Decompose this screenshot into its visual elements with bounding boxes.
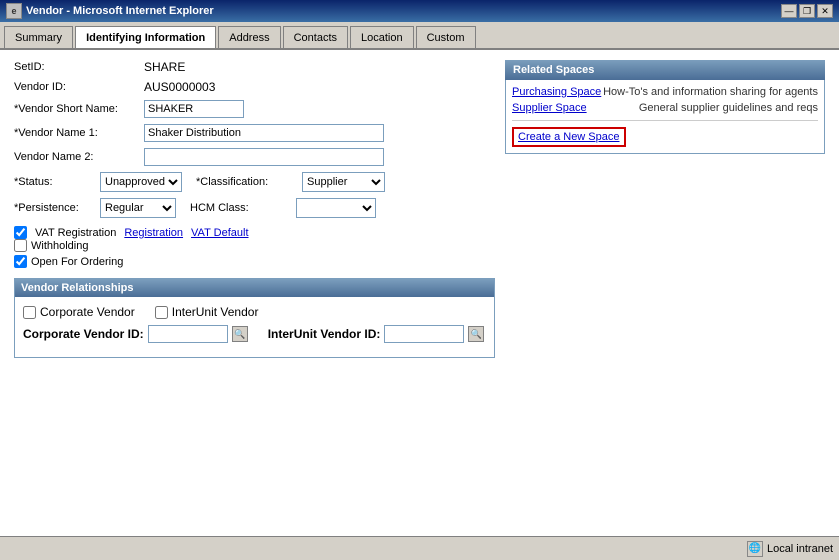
window-controls: — ❐ ✕ — [781, 4, 833, 18]
supplier-space-desc: General supplier guidelines and reqs — [639, 102, 818, 114]
withholding-label: Withholding — [31, 240, 88, 252]
persistence-field: *Persistence: Regular Permanent Temporar… — [14, 198, 176, 218]
intranet-icon: 🌐 — [747, 541, 763, 557]
vendor-name1-input[interactable] — [144, 124, 384, 142]
vendor-name1-label: *Vendor Name 1: — [14, 127, 144, 139]
interunit-vendor-id-label: InterUnit Vendor ID: — [268, 327, 381, 341]
space-row-2: Supplier Space General supplier guidelin… — [512, 102, 818, 114]
withholding-row: Withholding — [14, 239, 495, 252]
persistence-hcm-row: *Persistence: Regular Permanent Temporar… — [14, 198, 495, 218]
setid-row: SetID: SHARE — [14, 60, 495, 74]
vendor-rel-ids: Corporate Vendor ID: 🔍 InterUnit Vendor … — [23, 325, 486, 343]
divider — [512, 120, 818, 121]
vendor-name2-label: Vendor Name 2: — [14, 151, 144, 163]
tab-location[interactable]: Location — [350, 26, 414, 48]
vendor-id-label: Vendor ID: — [14, 81, 144, 93]
open-ordering-checkbox[interactable] — [14, 255, 27, 268]
vendor-relationships-header: Vendor Relationships — [15, 279, 494, 297]
status-right: 🌐 Local intranet — [747, 541, 833, 557]
corporate-vendor-field: Corporate Vendor — [23, 305, 135, 319]
corporate-vendor-label: Corporate Vendor — [40, 305, 135, 319]
classification-select[interactable]: Supplier Employee Government — [302, 172, 385, 192]
interunit-vendor-id-input[interactable] — [384, 325, 464, 343]
vendor-short-name-row: *Vendor Short Name: — [14, 100, 495, 118]
vendor-id-row: Vendor ID: AUS0000003 — [14, 80, 495, 94]
vendor-relationships-container: Vendor Relationships Corporate Vendor In… — [14, 278, 495, 358]
interunit-vendor-id-field: InterUnit Vendor ID: 🔍 — [268, 325, 485, 343]
status-classification-row: *Status: Unapproved Approved Inactive *C… — [14, 172, 495, 192]
corporate-vendor-checkbox[interactable] — [23, 306, 36, 319]
app-icon: e — [6, 3, 22, 19]
window-title: Vendor - Microsoft Internet Explorer — [26, 5, 214, 17]
status-select[interactable]: Unapproved Approved Inactive — [100, 172, 182, 192]
purchasing-space-desc: How-To's and information sharing for age… — [603, 86, 818, 98]
interunit-vendor-checkbox[interactable] — [155, 306, 168, 319]
tab-address[interactable]: Address — [218, 26, 280, 48]
vat-checkbox[interactable] — [14, 226, 27, 239]
vat-row: VAT Registration Registration VAT Defaul… — [14, 226, 495, 239]
create-new-space-link[interactable]: Create a New Space — [512, 127, 626, 147]
setid-value: SHARE — [144, 60, 185, 74]
purchasing-space-link[interactable]: Purchasing Space — [512, 86, 601, 98]
registration-link[interactable]: Registration — [124, 227, 183, 239]
space-row-1: Purchasing Space How-To's and informatio… — [512, 86, 818, 98]
hcm-class-select[interactable] — [296, 198, 376, 218]
hcm-class-label: HCM Class: — [190, 202, 290, 214]
minimize-button[interactable]: — — [781, 4, 797, 18]
vat-default-link[interactable]: VAT Default — [191, 227, 248, 239]
withholding-checkbox[interactable] — [14, 239, 27, 252]
title-bar: e Vendor - Microsoft Internet Explorer —… — [0, 0, 839, 22]
vendor-short-name-input[interactable] — [144, 100, 244, 118]
corporate-vendor-id-field: Corporate Vendor ID: 🔍 — [23, 325, 248, 343]
left-panel: SetID: SHARE Vendor ID: AUS0000003 *Vend… — [14, 60, 495, 358]
interunit-vendor-search-icon[interactable]: 🔍 — [468, 326, 484, 342]
status-text: Local intranet — [767, 543, 833, 555]
persistence-label: *Persistence: — [14, 202, 94, 214]
vendor-rel-checkboxes: Corporate Vendor InterUnit Vendor — [23, 305, 486, 319]
persistence-select[interactable]: Regular Permanent Temporary — [100, 198, 176, 218]
vendor-name1-row: *Vendor Name 1: — [14, 124, 495, 142]
related-spaces-header: Related Spaces — [505, 60, 825, 80]
vendor-relationships-body: Corporate Vendor InterUnit Vendor Corpor… — [15, 297, 494, 357]
related-spaces-body: Purchasing Space How-To's and informatio… — [505, 80, 825, 154]
status-bar: 🌐 Local intranet — [0, 536, 839, 560]
tab-custom[interactable]: Custom — [416, 26, 476, 48]
interunit-vendor-label: InterUnit Vendor — [172, 305, 259, 319]
restore-button[interactable]: ❐ — [799, 4, 815, 18]
classification-label: *Classification: — [196, 176, 296, 188]
corporate-vendor-id-label: Corporate Vendor ID: — [23, 327, 144, 341]
tab-identifying[interactable]: Identifying Information — [75, 26, 216, 48]
checkbox-section: VAT Registration Registration VAT Defaul… — [14, 226, 495, 268]
corporate-vendor-search-icon[interactable]: 🔍 — [232, 326, 248, 342]
corporate-vendor-id-input[interactable] — [148, 325, 228, 343]
vendor-name2-row: Vendor Name 2: — [14, 148, 495, 166]
vat-label: VAT Registration — [35, 227, 116, 239]
vendor-id-value: AUS0000003 — [144, 80, 215, 94]
tab-bar: Summary Identifying Information Address … — [0, 22, 839, 50]
tab-summary[interactable]: Summary — [4, 26, 73, 48]
hcm-class-field: HCM Class: — [190, 198, 376, 218]
status-label: *Status: — [14, 176, 94, 188]
related-spaces-panel: Related Spaces Purchasing Space How-To's… — [505, 60, 825, 358]
open-ordering-label: Open For Ordering — [31, 256, 123, 268]
content-area: SetID: SHARE Vendor ID: AUS0000003 *Vend… — [0, 50, 839, 536]
classification-field: *Classification: Supplier Employee Gover… — [196, 172, 385, 192]
tab-contacts[interactable]: Contacts — [283, 26, 348, 48]
close-button[interactable]: ✕ — [817, 4, 833, 18]
vendor-name2-input[interactable] — [144, 148, 384, 166]
setid-label: SetID: — [14, 61, 144, 73]
status-field: *Status: Unapproved Approved Inactive — [14, 172, 182, 192]
vendor-short-name-label: *Vendor Short Name: — [14, 103, 144, 115]
interunit-vendor-field: InterUnit Vendor — [155, 305, 259, 319]
open-ordering-row: Open For Ordering — [14, 255, 495, 268]
supplier-space-link[interactable]: Supplier Space — [512, 102, 587, 114]
